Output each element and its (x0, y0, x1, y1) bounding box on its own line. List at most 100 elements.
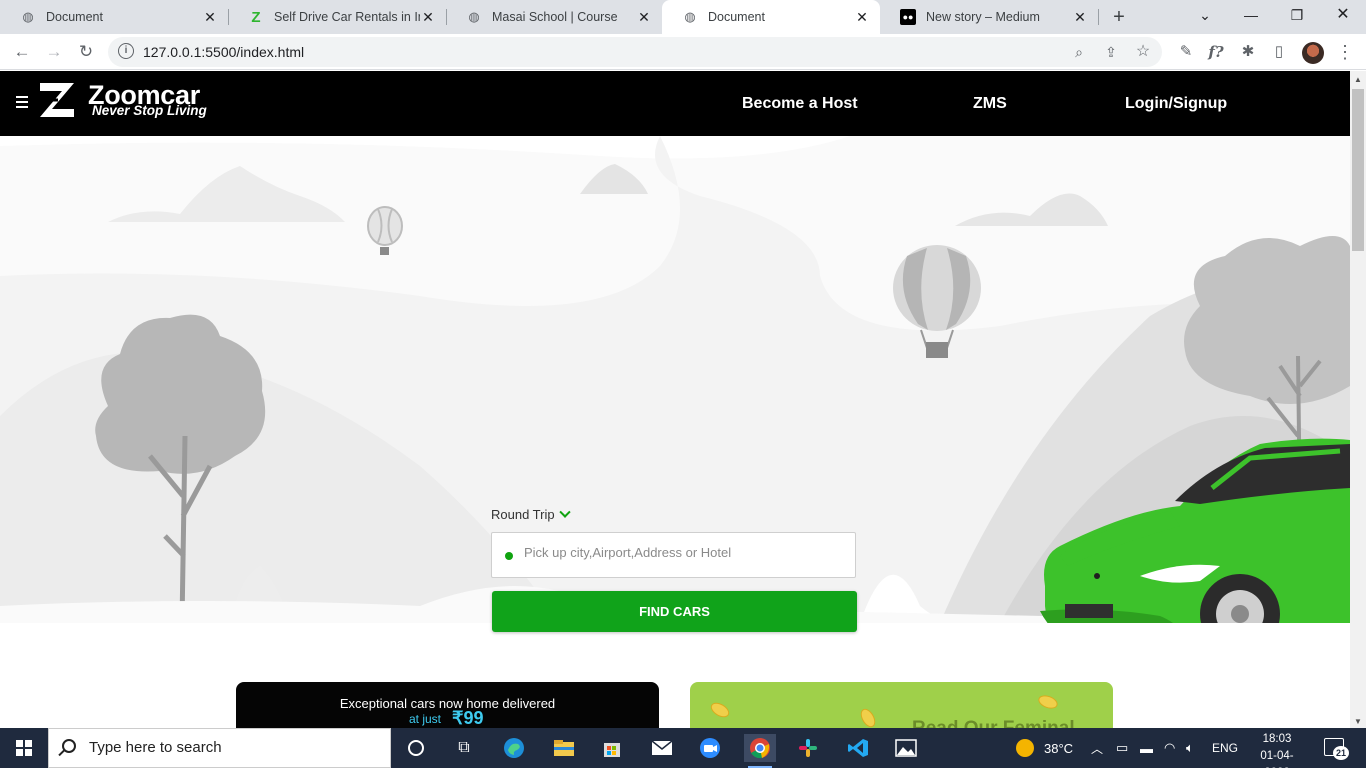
store-icon[interactable] (596, 734, 628, 762)
scrollbar-thumb[interactable] (1352, 89, 1364, 251)
zoomcar-favicon: Z (251, 8, 261, 26)
show-hidden-icons-chevron-up-icon[interactable]: ︿ (1091, 728, 1103, 768)
slack-icon[interactable] (792, 734, 824, 762)
share-icon[interactable]: ⇪ (1100, 41, 1122, 63)
tab-title: Document (46, 10, 103, 24)
new-tab-button[interactable]: + (1108, 4, 1130, 30)
notification-count-badge: 21 (1333, 746, 1349, 760)
close-tab-icon[interactable]: ✕ (1072, 9, 1088, 26)
close-tab-icon[interactable]: ✕ (420, 9, 436, 26)
pickup-location-field[interactable] (491, 532, 856, 578)
sun-icon (1016, 739, 1034, 757)
browser-tab-3[interactable]: ◍ Masai School | Course ✕ (446, 0, 662, 34)
address-bar[interactable]: i 127.0.0.1:5500/index.html ⌕ ⇪ ☆ (108, 37, 1162, 67)
reload-button[interactable]: ↻ (72, 38, 100, 66)
hamburger-menu-icon[interactable] (16, 96, 28, 108)
tab-search-button[interactable]: ⌄ (1182, 0, 1228, 32)
globe-icon: ◍ (468, 9, 480, 24)
side-panel-icon[interactable]: ▯ (1265, 38, 1293, 66)
find-cars-button[interactable]: FIND CARS (492, 591, 857, 632)
notification-center-icon[interactable]: 21 (1324, 738, 1349, 760)
browser-tab-5[interactable]: ●● New story – Medium ✕ (880, 0, 1098, 34)
tab-title: New story – Medium (926, 10, 1040, 24)
web-page: Zoomcar Never Stop Living Become a Host … (0, 71, 1350, 728)
browser-tab-1[interactable]: ◍ Document ✕ (0, 0, 228, 34)
edge-icon[interactable] (498, 734, 530, 762)
chevron-down-icon (558, 506, 571, 518)
globe-icon: ◍ (684, 9, 696, 24)
browser-tab-4-active[interactable]: ◍ Document ✕ (662, 0, 880, 34)
site-header: Zoomcar Never Stop Living Become a Host … (0, 71, 1350, 136)
nav-zms[interactable]: ZMS (973, 95, 1007, 113)
photos-icon[interactable] (890, 734, 922, 762)
input-language[interactable]: ENG (1212, 728, 1238, 768)
trip-type-selector[interactable]: Round Trip (491, 506, 571, 522)
feminal-banner[interactable]: Read Our Feminal (690, 682, 1113, 728)
weather-temperature: 38°C (1044, 740, 1074, 756)
banner-title: Read Our Feminal (912, 718, 1075, 728)
home-delivery-banner[interactable]: Exceptional cars now home delivered at j… (236, 682, 659, 728)
browser-tab-2[interactable]: Z Self Drive Car Rentals in Indo ✕ (228, 0, 446, 34)
vscode-icon[interactable] (842, 734, 874, 762)
medium-favicon: ●● (900, 9, 916, 25)
taskbar-search-input[interactable] (89, 739, 379, 756)
pen-extension-icon[interactable]: ✎ (1172, 38, 1200, 66)
close-window-button[interactable]: ✕ (1320, 0, 1366, 32)
page-scrollbar[interactable]: ▲ ▼ (1350, 71, 1366, 728)
profile-avatar[interactable] (1302, 42, 1324, 64)
scroll-up-arrow-icon[interactable]: ▲ (1354, 75, 1362, 84)
browser-tab-strip: ◍ Document ✕ Z Self Drive Car Rentals in… (0, 0, 1366, 34)
close-tab-icon[interactable]: ✕ (854, 9, 870, 26)
minimize-button[interactable]: — (1228, 0, 1274, 32)
nav-login-signup[interactable]: Login/Signup (1125, 95, 1227, 113)
close-tab-icon[interactable]: ✕ (202, 9, 218, 26)
windows-start-icon[interactable] (0, 728, 48, 768)
windows-taskbar: ⧉ 38°C ︿ ▭ ▬ ◠ 🔈︎ ENG 18:03 01-04-2022 2… (0, 728, 1366, 779)
clock-time: 18:03 (1262, 733, 1292, 745)
cortana-icon[interactable] (400, 734, 432, 762)
tab-title: Self Drive Car Rentals in Indo (274, 10, 420, 24)
browser-menu-icon[interactable]: ⋮ (1331, 38, 1359, 66)
url-text[interactable]: 127.0.0.1:5500/index.html (143, 44, 304, 60)
tab-separator (1098, 9, 1099, 25)
search-icon (62, 739, 76, 753)
volume-icon[interactable]: 🔈︎ (1186, 728, 1194, 768)
trip-type-label: Round Trip (491, 507, 555, 522)
taskbar-search-box[interactable] (48, 728, 391, 768)
close-tab-icon[interactable]: ✕ (636, 9, 652, 26)
file-explorer-icon[interactable] (548, 734, 580, 762)
chrome-icon[interactable] (744, 734, 776, 768)
weather-widget[interactable]: 38°C (1016, 728, 1073, 768)
zoomcar-logo-icon[interactable] (38, 81, 76, 119)
site-info-icon[interactable]: i (118, 43, 134, 59)
extensions-puzzle-icon[interactable]: ✱ (1234, 38, 1262, 66)
banner-subtext: at just (409, 712, 442, 726)
coin-decoration (857, 706, 879, 728)
nav-become-host[interactable]: Become a Host (742, 95, 858, 113)
location-dot-icon (505, 552, 513, 560)
zoom-icon[interactable] (694, 734, 726, 762)
scroll-down-arrow-icon[interactable]: ▼ (1354, 717, 1362, 726)
globe-icon: ◍ (22, 9, 34, 24)
wifi-icon[interactable]: ◠ (1164, 728, 1175, 768)
restore-button[interactable]: ❐ (1274, 0, 1320, 32)
tab-title: Document (708, 10, 765, 24)
coin-decoration (1036, 692, 1060, 712)
mail-icon[interactable] (646, 734, 678, 762)
coin-decoration (708, 699, 732, 721)
taskbar-clock[interactable]: 18:03 01-04-2022 (1252, 731, 1302, 782)
tab-title: Masai School | Course (492, 10, 618, 24)
back-button[interactable]: ← (8, 38, 36, 66)
battery-icon[interactable]: ▬ (1140, 728, 1153, 768)
zoom-icon[interactable]: ⌕ (1068, 41, 1090, 63)
pickup-location-input[interactable] (524, 545, 844, 560)
bookmark-star-icon[interactable]: ☆ (1132, 41, 1154, 63)
banner-headline: Exceptional cars now home delivered (339, 696, 556, 711)
formula-extension-icon[interactable]: f? (1202, 38, 1230, 66)
brand-tagline: Never Stop Living (92, 103, 207, 118)
task-view-icon[interactable]: ⧉ (448, 734, 480, 762)
clock-date: 01-04-2022 (1260, 750, 1294, 779)
browser-toolbar: ← → ↻ i 127.0.0.1:5500/index.html ⌕ ⇪ ☆ … (0, 34, 1366, 70)
meet-now-icon[interactable]: ▭ (1116, 728, 1128, 768)
forward-button[interactable]: → (40, 38, 68, 66)
